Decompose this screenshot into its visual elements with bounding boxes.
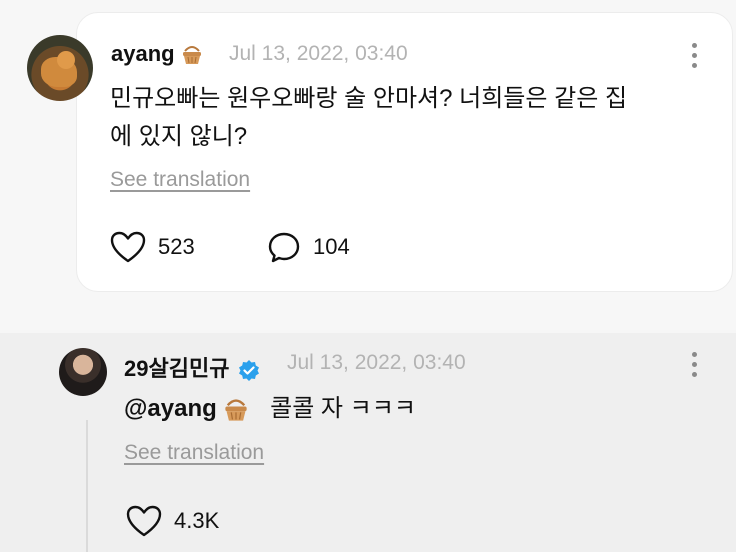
fan-username-text[interactable]: ayang [111,41,175,66]
artist-like-count: 4.3K [174,508,220,533]
artist-more-options-icon[interactable] [689,352,699,378]
fan-reply-button[interactable]: 104 [267,231,350,263]
comment-bubble-icon [268,232,300,263]
fan-comment-line1: 민규오빠는 원우오빠랑 술 안마셔? 너희들은 같은 집 [110,85,628,112]
fan-timestamp: Jul 13, 2022, 03:40 [229,42,408,65]
mention-text[interactable]: @ayang [124,395,217,422]
fan-comment-card: ayang Jul 13, 2022, 03:40 민규오빠는 원우오빠랑 술 … [27,12,733,292]
artist-avatar[interactable] [59,348,107,396]
artist-reply-body: 콜콜 자 ㅋㅋㅋ [270,395,416,422]
artist-username[interactable]: 29살김민규 [124,351,260,383]
fan-username[interactable]: ayang [111,41,203,67]
heart-icon [110,231,146,263]
artist-username-text[interactable]: 29살김민규 [124,356,229,381]
thread-line [86,420,88,552]
fan-avatar[interactable] [27,35,93,101]
fan-like-count: 523 [158,234,195,259]
basket-emoji-icon [225,399,248,421]
verified-badge-icon [238,360,259,382]
heart-icon [126,505,162,537]
artist-like-button[interactable]: 4.3K [126,505,219,537]
fan-reply-count: 104 [313,234,350,259]
artist-timestamp: Jul 13, 2022, 03:40 [287,351,466,374]
artist-see-translation-link[interactable]: See translation [124,441,264,465]
fan-see-translation-link[interactable]: See translation [110,168,250,192]
fan-more-options-icon[interactable] [689,43,699,69]
mention-link[interactable]: @ayang [124,395,256,422]
fan-comment-line2: 에 있지 않니? [110,123,248,150]
fan-like-button[interactable]: 523 [110,231,195,263]
artist-reply-text: @ayang 콜콜 자 ㅋㅋㅋ [124,390,416,428]
basket-emoji-icon [182,46,201,65]
dog-head [57,51,75,69]
